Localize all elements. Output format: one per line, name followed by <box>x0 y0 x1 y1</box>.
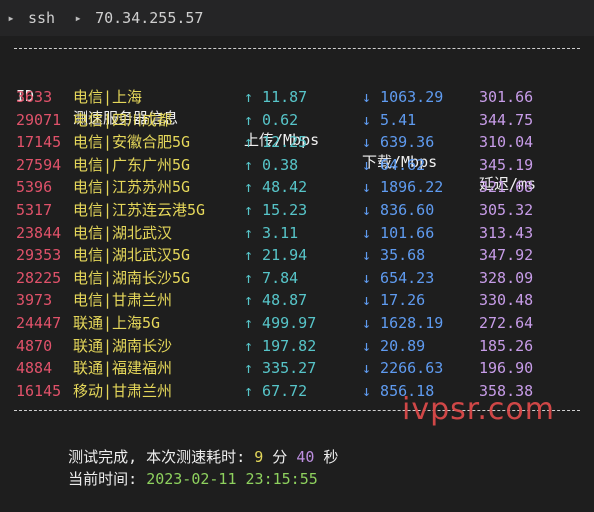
cell-latency: 321.68 <box>479 178 534 197</box>
cell-server: 电信|甘肃兰州 <box>73 291 173 310</box>
cell-id: 5317 <box>16 201 53 219</box>
cell-download: ↓ 101.66 <box>362 223 435 242</box>
cell-latency: 196.90 <box>479 359 534 378</box>
table-row: 4884 联通|福建福州 ↑ 335.27 ↓ 2266.63 196.90 <box>0 357 594 379</box>
cell-id: 5396 <box>16 178 53 197</box>
cell-download: ↓ 654.23 <box>362 268 435 287</box>
table-row: 24447 联通|上海5G ↑ 499.97 ↓ 1628.19 272.64 <box>0 312 594 334</box>
summary-time: 当前时间: 2023-02-11 23:15:55 <box>32 446 318 512</box>
cell-id: 3973 <box>16 291 53 310</box>
cell-latency: 272.64 <box>479 314 534 332</box>
cell-download: ↓ 1063.29 <box>362 88 444 106</box>
table-row: 29353 电信|湖北武汉5G ↑ 21.94 ↓ 35.68 347.92 <box>0 244 594 266</box>
cell-latency: 328.09 <box>479 268 534 287</box>
cell-id: 29071 <box>16 110 62 129</box>
cell-upload: ↑ 67.72 <box>244 381 308 400</box>
cell-server: 电信|湖北武汉 <box>73 223 173 242</box>
table-row: 29071 电信|四川成都 ↑ 0.62 ↓ 5.41 344.75 <box>0 109 594 131</box>
cell-upload: ↑ 48.87 <box>244 291 308 310</box>
cell-latency: 313.43 <box>479 223 534 242</box>
cell-latency: 305.32 <box>479 201 534 219</box>
cell-latency: 330.48 <box>479 291 534 310</box>
cell-server: 电信|湖南长沙5G <box>73 268 191 287</box>
cell-download: ↓ 836.60 <box>362 201 435 219</box>
cell-upload: ↑ 3.11 <box>244 223 299 242</box>
cell-download: ↓ 1896.22 <box>362 178 444 197</box>
cell-server: 移动|甘肃兰州 <box>73 381 173 400</box>
table-row: 5396 电信|江苏苏州5G ↑ 48.42 ↓ 1896.22 321.68 <box>0 176 594 198</box>
cell-latency: 310.04 <box>479 133 534 152</box>
cell-latency: 301.66 <box>479 88 534 106</box>
cell-upload: ↑ 7.84 <box>244 268 299 287</box>
cell-id: 3633 <box>16 88 53 106</box>
chevron-right-icon: ▸ <box>7 11 15 25</box>
cell-upload: ↑ 21.94 <box>244 246 308 265</box>
table-row: 4870 联通|湖南长沙 ↑ 197.82 ↓ 20.89 185.26 <box>0 335 594 357</box>
cell-server: 联通|湖南长沙 <box>73 336 173 355</box>
cell-download: ↓ 64.62 <box>362 155 426 174</box>
table-row: 23844 电信|湖北武汉 ↑ 3.11 ↓ 101.66 313.43 <box>0 222 594 244</box>
table-row: 17145 电信|安徽合肥5G ↑ 12.25 ↓ 639.36 310.04 <box>0 131 594 153</box>
terminal-titlebar: ▸ ssh ▸ 70.34.255.57 <box>0 0 594 36</box>
seconds-unit: 秒 <box>314 448 339 466</box>
cell-id: 23844 <box>16 223 62 242</box>
cell-upload: ↑ 499.97 <box>244 314 317 332</box>
cell-id: 29353 <box>16 246 62 265</box>
cell-latency: 347.92 <box>479 246 534 265</box>
cell-latency: 345.19 <box>479 155 534 174</box>
table-row: 5317 电信|江苏连云港5G ↑ 15.23 ↓ 836.60 305.32 <box>0 199 594 221</box>
chevron-right-icon: ▸ <box>74 11 82 25</box>
cell-id: 16145 <box>16 381 62 400</box>
cell-server: 电信|安徽合肥5G <box>73 133 191 152</box>
cell-latency: 344.75 <box>479 110 534 129</box>
cell-server: 联通|上海5G <box>73 314 161 332</box>
cell-server: 电信|四川成都 <box>73 110 173 129</box>
cell-id: 4870 <box>16 336 53 355</box>
table-header: ID 测速服务器信息 上传/Mbps 下载/Mbps 延迟/ms <box>0 63 594 193</box>
cell-server: 电信|江苏连云港5G <box>73 201 206 219</box>
time-value: 2023-02-11 23:15:55 <box>146 470 318 488</box>
cell-download: ↓ 2266.63 <box>362 359 444 378</box>
cell-server: 联通|福建福州 <box>73 359 173 378</box>
cell-upload: ↑ 197.82 <box>244 336 317 355</box>
cell-download: ↓ 1628.19 <box>362 314 444 332</box>
cell-id: 17145 <box>16 133 62 152</box>
cell-upload: ↑ 15.23 <box>244 201 308 219</box>
cell-download: ↓ 5.41 <box>362 110 417 129</box>
cell-latency: 185.26 <box>479 336 534 355</box>
cell-upload: ↑ 12.25 <box>244 133 308 152</box>
time-label: 当前时间: <box>68 470 147 488</box>
cell-server: 电信|湖北武汉5G <box>73 246 191 265</box>
cell-upload: ↑ 11.87 <box>244 88 308 106</box>
watermark-logo: ivpsr.com <box>402 392 555 427</box>
breadcrumb-host[interactable]: 70.34.255.57 <box>89 9 215 27</box>
cell-upload: ↑ 0.38 <box>244 155 299 174</box>
cell-id: 27594 <box>16 155 62 174</box>
cell-download: ↓ 17.26 <box>362 291 426 310</box>
cell-download: ↓ 20.89 <box>362 336 426 355</box>
cell-upload: ↑ 0.62 <box>244 110 299 129</box>
breadcrumb-ssh[interactable]: ssh <box>22 9 67 27</box>
cell-download: ↓ 35.68 <box>362 246 426 265</box>
cell-id: 28225 <box>16 268 62 287</box>
cell-server: 电信|广东广州5G <box>73 155 191 174</box>
table-row: 28225 电信|湖南长沙5G ↑ 7.84 ↓ 654.23 328.09 <box>0 267 594 289</box>
cell-server: 电信|上海 <box>73 88 143 106</box>
cell-server: 电信|江苏苏州5G <box>73 178 191 197</box>
cell-id: 24447 <box>16 314 62 332</box>
cell-upload: ↑ 48.42 <box>244 178 308 197</box>
table-row: 27594 电信|广东广州5G ↑ 0.38 ↓ 64.62 345.19 <box>0 154 594 176</box>
table-row: 3973 电信|甘肃兰州 ↑ 48.87 ↓ 17.26 330.48 <box>0 289 594 311</box>
divider <box>14 48 580 49</box>
table-row: 3633 电信|上海 ↑ 11.87 ↓ 1063.29 301.66 <box>0 86 594 108</box>
cell-download: ↓ 639.36 <box>362 133 435 152</box>
cell-id: 4884 <box>16 359 53 378</box>
cell-upload: ↑ 335.27 <box>244 359 317 378</box>
